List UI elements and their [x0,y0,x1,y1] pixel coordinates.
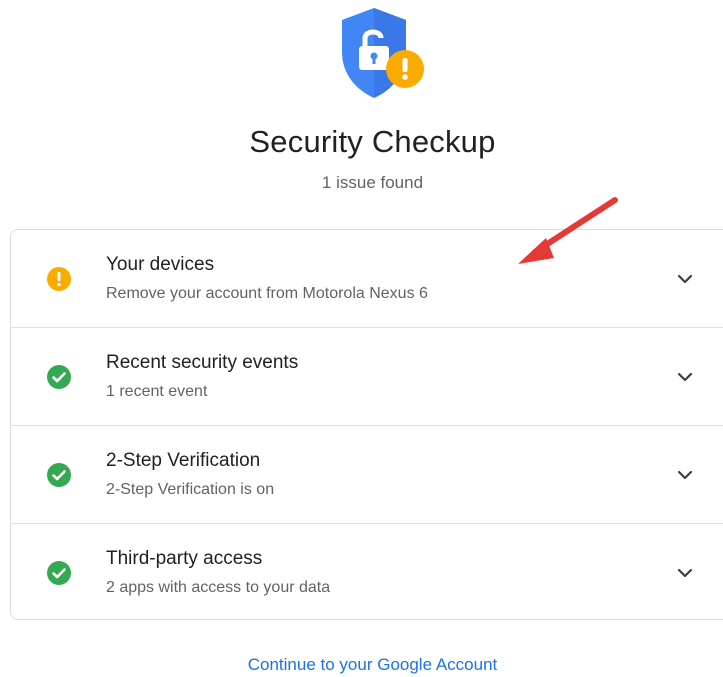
chevron-down-icon[interactable] [675,269,695,289]
chevron-down-icon[interactable] [675,367,695,387]
page-title: Security Checkup [249,124,496,159]
check-circle-icon [47,561,71,585]
item-title: Your devices [106,254,215,275]
check-circle-icon [47,365,71,389]
shield-lock-warning-icon [342,8,424,98]
item-subtitle: 1 recent event [106,383,208,400]
check-circle-icon [47,463,71,487]
continue-link-label[interactable]: Continue to your Google Account [248,655,498,674]
warning-icon [47,267,71,291]
item-subtitle: Remove your account from Motorola Nexus … [106,285,428,302]
continue-to-account-link[interactable]: Continue to your Google Account [0,655,723,675]
chevron-down-icon[interactable] [675,563,695,583]
item-third-party-access[interactable]: Third-party access 2 apps with access to… [11,524,723,619]
security-checkup-page: Security Checkup 1 issue found Your devi… [0,0,723,677]
item-2-step-verification[interactable]: 2-Step Verification 2-Step Verification … [11,426,723,524]
item-title: Third-party access [106,548,263,569]
chevron-down-icon[interactable] [675,465,695,485]
annotation-arrow-icon [518,197,618,264]
checkup-list: Your devices Remove your account from Mo… [10,229,723,620]
item-title: 2-Step Verification [106,450,261,471]
item-subtitle: 2-Step Verification is on [106,481,275,498]
item-title: Recent security events [106,352,299,373]
item-subtitle: 2 apps with access to your data [106,579,331,596]
item-recent-security-events[interactable]: Recent security events 1 recent event [11,328,723,426]
